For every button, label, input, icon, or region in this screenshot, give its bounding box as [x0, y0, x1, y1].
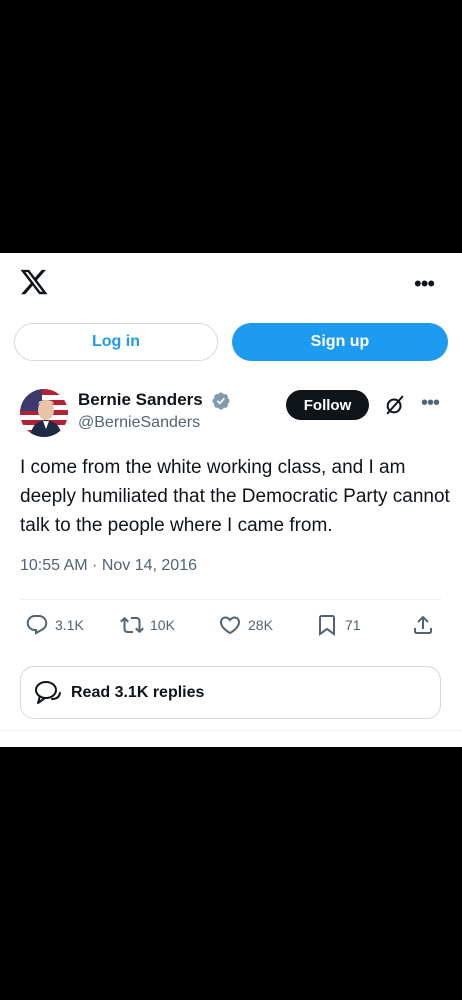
reply-count: 3.1K [55, 617, 84, 633]
share-icon [414, 615, 432, 634]
author-name[interactable]: Bernie Sanders [78, 390, 203, 410]
signup-button[interactable]: Sign up [232, 323, 448, 361]
reply-button[interactable]: 3.1K [25, 613, 84, 637]
grok-icon[interactable] [384, 394, 406, 416]
tweet-timestamp[interactable]: 10:55 AM · Nov 14, 2016 [20, 557, 197, 575]
repost-button[interactable]: 10K [120, 613, 175, 637]
more-horizontal-icon[interactable]: ••• [414, 271, 435, 297]
repost-count: 10K [150, 617, 175, 633]
tweet-text: I come from the white working class, and… [20, 457, 450, 536]
divider [0, 730, 462, 731]
tweet-card: ••• Log in Sign up Bernie Sanders @Berni… [0, 253, 462, 747]
avatar-image [20, 389, 68, 437]
login-button[interactable]: Log in [14, 323, 218, 361]
read-replies-label: Read 3.1K replies [71, 683, 205, 701]
follow-button[interactable]: Follow [286, 390, 369, 420]
author-handle[interactable]: @BernieSanders [78, 414, 200, 432]
like-count: 28K [248, 617, 273, 633]
bookmark-icon [319, 615, 335, 636]
bookmark-button[interactable]: 71 [315, 613, 361, 637]
like-button[interactable]: 28K [218, 613, 273, 637]
reply-icon [26, 615, 48, 635]
conversation-icon [35, 680, 61, 704]
verified-badge-icon [212, 392, 230, 410]
top-bar: ••• [0, 253, 462, 313]
divider [20, 599, 442, 600]
action-bar: 3.1K 10K 28K 71 [0, 613, 462, 643]
avatar[interactable] [20, 389, 68, 437]
heart-icon [219, 616, 241, 635]
tweet-more-icon[interactable]: ••• [421, 392, 440, 415]
share-button[interactable] [411, 613, 441, 637]
x-logo-icon[interactable] [19, 267, 49, 297]
repost-icon [120, 616, 144, 634]
bookmark-count: 71 [345, 617, 361, 633]
read-replies-button[interactable]: Read 3.1K replies [20, 666, 441, 719]
